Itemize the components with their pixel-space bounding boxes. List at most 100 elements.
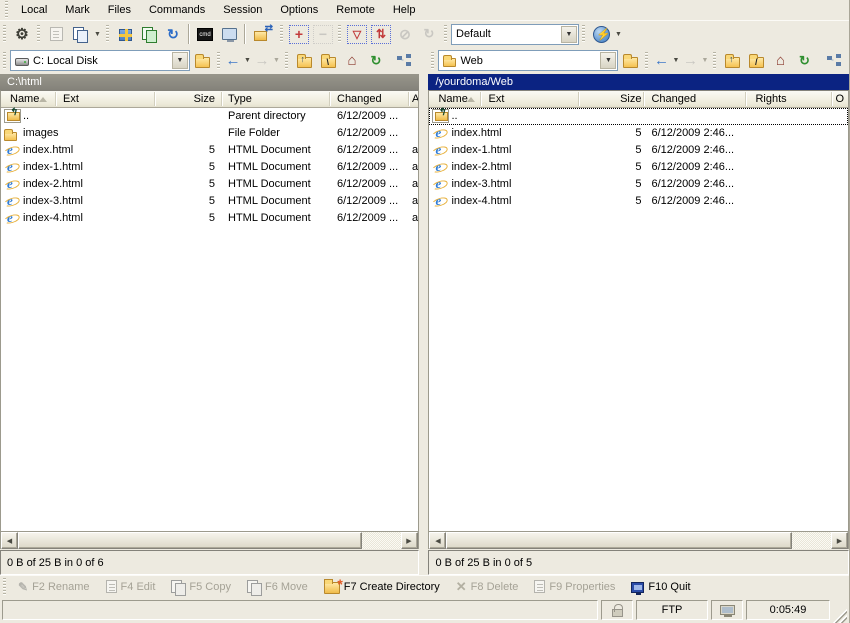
scroll-right-arrow[interactable]: ▶ (831, 532, 848, 549)
table-row[interactable]: index-2.html 5 HTML Document 6/12/2009 .… (1, 176, 418, 193)
filter-button[interactable]: ▽ (345, 23, 369, 45)
toolbar-gripper[interactable] (106, 25, 109, 43)
back-button[interactable]: ← (224, 50, 242, 72)
table-row[interactable]: index-4.html 5 HTML Document 6/12/2009 .… (1, 210, 418, 227)
forward-button[interactable]: → (253, 50, 271, 72)
toolbar-gripper[interactable] (37, 25, 40, 43)
root-directory-button[interactable]: \ (316, 50, 340, 72)
toolbar-gripper[interactable] (431, 52, 434, 70)
session-log-button[interactable] (44, 23, 68, 45)
table-row[interactable]: index.html 5 HTML Document 6/12/2009 ...… (1, 142, 418, 159)
home-directory-button[interactable]: ⌂ (768, 50, 792, 72)
column-separator[interactable] (329, 92, 331, 106)
column-separator[interactable] (221, 92, 223, 106)
column-separator[interactable] (745, 92, 747, 106)
column-separator[interactable] (408, 92, 410, 106)
open-directory-button[interactable] (618, 50, 642, 72)
back-button[interactable]: ← (652, 50, 670, 72)
refresh-directory-button[interactable]: ↻ (364, 50, 388, 72)
toolbar-gripper[interactable] (3, 52, 6, 70)
local-horizontal-scrollbar[interactable]: ◀ ▶ (0, 532, 419, 549)
f10-quit-button[interactable]: F10 Quit (623, 576, 698, 597)
menu-mark[interactable]: Mark (56, 1, 98, 19)
toolbar-gripper[interactable] (338, 25, 341, 43)
column-header-ext[interactable]: Ext (63, 93, 79, 105)
menubar-gripper[interactable] (5, 1, 8, 19)
root-directory-button[interactable]: / (744, 50, 768, 72)
back-history-caret[interactable]: ▼ (242, 57, 253, 64)
toolbar-gripper[interactable] (645, 52, 648, 70)
menu-options[interactable]: Options (271, 1, 327, 19)
scroll-right-arrow[interactable]: ▶ (401, 532, 418, 549)
open-in-putty-button[interactable] (217, 23, 241, 45)
parent-directory-button[interactable]: ↑ (292, 50, 316, 72)
menu-files[interactable]: Files (99, 1, 140, 19)
f5-copy-button[interactable]: F5 Copy (163, 576, 239, 597)
toolbar-gripper[interactable] (3, 578, 6, 596)
table-row[interactable]: index-3.html 5 6/12/2009 2:46... (429, 176, 848, 193)
back-history-caret[interactable]: ▼ (670, 57, 681, 64)
open-directory-button[interactable] (190, 50, 214, 72)
column-header-name[interactable]: Name (10, 93, 39, 105)
column-header-changed[interactable]: Changed (337, 93, 382, 105)
f6-move-button[interactable]: F6 Move (239, 576, 316, 597)
chevron-down-icon[interactable]: ▼ (172, 52, 188, 69)
tree-view-button[interactable] (823, 50, 847, 72)
menu-local[interactable]: Local (12, 1, 56, 19)
scroll-left-arrow[interactable]: ◀ (429, 532, 446, 549)
transfer-settings-combo[interactable]: Default ▼ (451, 24, 579, 45)
table-row[interactable]: index-4.html 5 6/12/2009 2:46... (429, 193, 848, 210)
toolbar-gripper[interactable] (582, 25, 585, 43)
table-row[interactable]: index-1.html 5 6/12/2009 2:46... (429, 142, 848, 159)
stored-sessions-caret[interactable]: ▼ (92, 31, 103, 38)
f8-delete-button[interactable]: ✕ F8 Delete (448, 576, 527, 597)
scroll-thumb[interactable] (18, 532, 362, 549)
toolbar-gripper[interactable] (217, 52, 220, 70)
f9-properties-button[interactable]: F9 Properties (526, 576, 623, 597)
new-session-button[interactable] (113, 23, 137, 45)
forward-history-caret[interactable]: ▼ (699, 57, 710, 64)
resize-grip[interactable] (833, 603, 847, 623)
toolbar-gripper[interactable] (285, 52, 288, 70)
stored-sessions-button[interactable] (68, 23, 92, 45)
menu-remote[interactable]: Remote (327, 1, 384, 19)
duplicate-session-button[interactable] (137, 23, 161, 45)
toolbar-gripper[interactable] (280, 25, 283, 43)
compare-directories-button[interactable]: ⇅ (369, 23, 393, 45)
column-header-name[interactable]: Name (438, 93, 467, 105)
chevron-down-icon[interactable]: ▼ (600, 52, 616, 69)
column-header-changed[interactable]: Changed (651, 93, 696, 105)
table-row[interactable]: .. (429, 108, 848, 125)
table-row[interactable]: .. Parent directory 6/12/2009 ... (1, 108, 418, 125)
table-row[interactable]: index-1.html 5 HTML Document 6/12/2009 .… (1, 159, 418, 176)
remote-directory-combo[interactable]: Web ▼ (438, 50, 618, 71)
f7-create-directory-button[interactable]: F7 Create Directory (316, 576, 448, 597)
scroll-track[interactable] (362, 532, 401, 549)
forward-history-caret[interactable]: ▼ (271, 57, 282, 64)
table-row[interactable]: images File Folder 6/12/2009 ... (1, 125, 418, 142)
scroll-left-arrow[interactable]: ◀ (1, 532, 18, 549)
menu-session[interactable]: Session (214, 1, 271, 19)
transfer-mode-caret[interactable]: ▼ (613, 31, 624, 38)
column-header-size[interactable]: Size (577, 93, 641, 105)
chevron-down-icon[interactable]: ▼ (561, 26, 577, 43)
column-header-size[interactable]: Size (153, 93, 215, 105)
panel-divider[interactable] (419, 74, 429, 575)
abort-button[interactable]: ⊘ (393, 23, 417, 45)
remote-horizontal-scrollbar[interactable]: ◀ ▶ (428, 532, 849, 549)
synchronize-button[interactable] (249, 23, 277, 45)
column-header-rights[interactable]: Rights (755, 93, 786, 105)
tree-view-button[interactable] (393, 50, 417, 72)
forward-button[interactable]: → (681, 50, 699, 72)
console-button[interactable]: cmd (193, 23, 217, 45)
refresh-session-button[interactable]: ↻ (161, 23, 185, 45)
menu-help[interactable]: Help (384, 1, 425, 19)
table-row[interactable]: index-2.html 5 6/12/2009 2:46... (429, 159, 848, 176)
f2-rename-button[interactable]: ✎ F2 Rename (10, 576, 98, 597)
table-row[interactable]: index.html 5 6/12/2009 2:46... (429, 125, 848, 142)
column-header-attr[interactable]: A (412, 93, 419, 105)
column-separator[interactable] (643, 92, 645, 106)
column-header-type[interactable]: Type (228, 93, 252, 105)
column-separator[interactable] (480, 92, 482, 106)
home-directory-button[interactable]: ⌂ (340, 50, 364, 72)
